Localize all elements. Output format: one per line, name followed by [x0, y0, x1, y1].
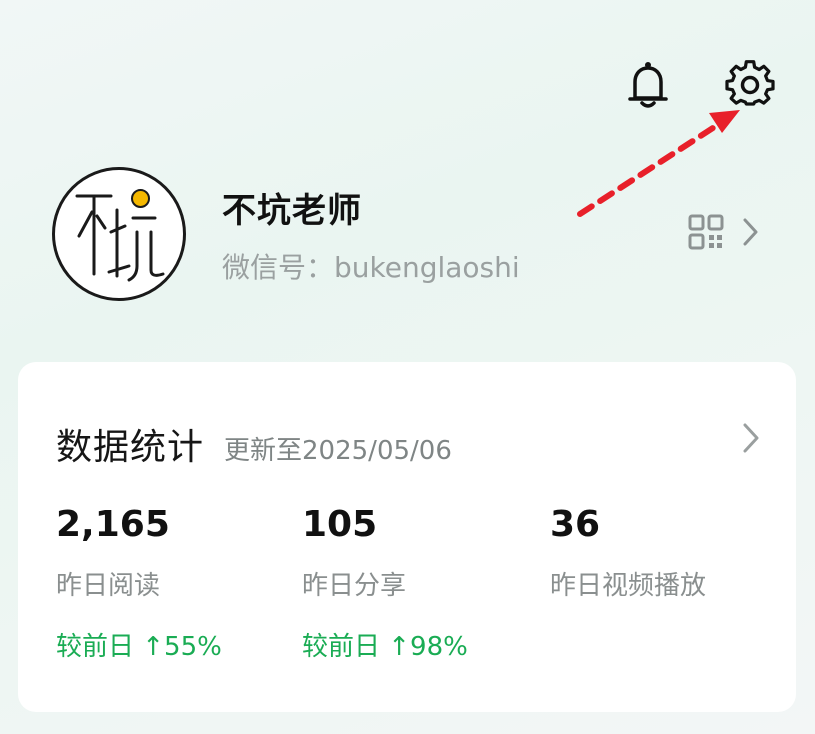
stat-label: 昨日阅读: [56, 571, 161, 601]
stats-card[interactable]: 数据统计 更新至2025/05/06 2,165 昨日阅读 较前日 ↑55% 1…: [18, 362, 796, 712]
top-bar: [621, 58, 777, 112]
corner-decoration: [745, 664, 793, 712]
stats-more-button[interactable]: [742, 422, 760, 458]
stat-label: 昨日视频播放: [550, 571, 707, 601]
stat-change: 较前日 ↑55%: [56, 632, 222, 662]
wechat-id: 微信号：bukenglaoshi: [222, 250, 520, 284]
stat-shares[interactable]: 105 昨日分享 较前日 ↑98%: [302, 504, 468, 663]
stat-value: 2,165: [56, 504, 170, 545]
profile-name: 不坑老师: [222, 190, 362, 231]
avatar-logo: [75, 194, 165, 282]
stat-value: 105: [302, 504, 378, 545]
profile-section: 不坑老师 微信号：bukenglaoshi: [52, 166, 782, 302]
bell-icon: [628, 62, 668, 108]
settings-button[interactable]: [723, 58, 777, 112]
stat-reads[interactable]: 2,165 昨日阅读 较前日 ↑55%: [56, 504, 222, 663]
gear-icon: [725, 60, 775, 106]
stats-title: 数据统计: [56, 427, 205, 468]
chevron-right-icon: [743, 423, 759, 453]
profile-text: 不坑老师 微信号：bukenglaoshi: [222, 183, 520, 286]
notifications-button[interactable]: [621, 58, 675, 112]
qr-code-icon: [688, 214, 724, 250]
stats-header: 数据统计 更新至2025/05/06: [56, 418, 452, 470]
stats-updated-date: 更新至2025/05/06: [224, 436, 452, 466]
stat-value: 36: [550, 504, 601, 545]
stat-video-plays[interactable]: 36 昨日视频播放: [550, 504, 706, 626]
stat-change: 较前日 ↑98%: [302, 632, 468, 662]
qr-code-button[interactable]: [688, 214, 758, 250]
avatar[interactable]: [52, 167, 186, 301]
stat-label: 昨日分享: [302, 571, 407, 601]
chevron-right-icon: [743, 218, 758, 246]
avatar-accent-dot: [131, 189, 150, 208]
